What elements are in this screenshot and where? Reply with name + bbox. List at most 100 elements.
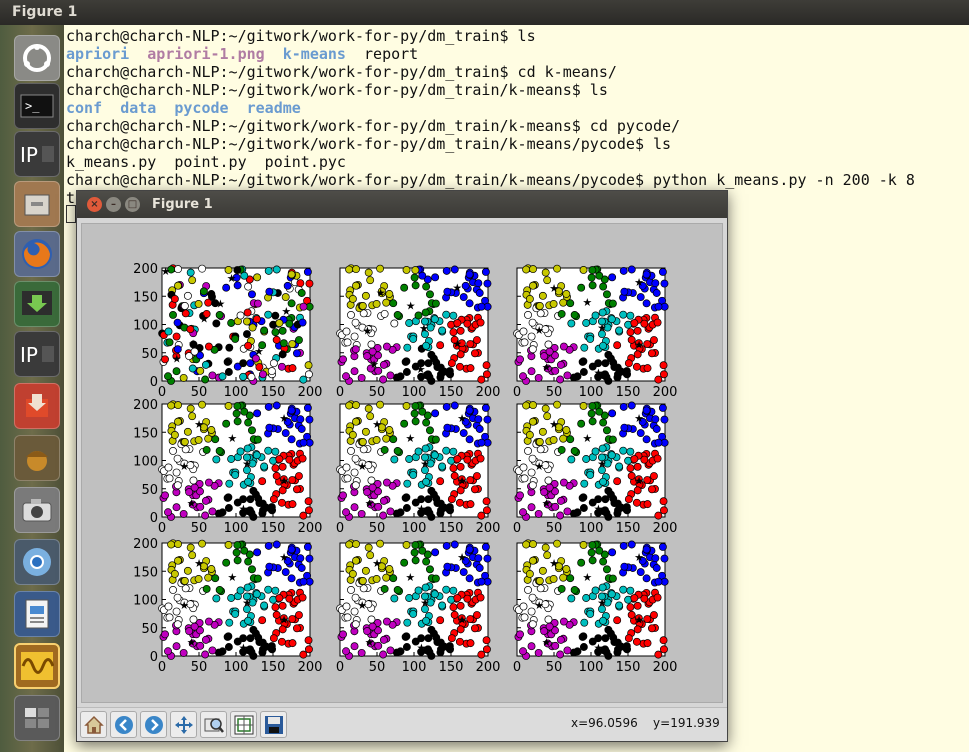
data-point [528,481,537,490]
data-point [414,447,423,456]
data-point [296,415,305,424]
y-tick-label: 200 [133,262,158,277]
data-point [410,273,419,282]
data-point [239,359,248,368]
data-point [654,302,663,311]
matplotlib-figure-icon[interactable] [14,643,60,689]
chromium-icon[interactable] [14,539,60,585]
figure-titlebar[interactable]: × – □ Figure 1 [77,191,727,218]
centroid-star: ★ [457,474,467,487]
data-point [169,446,177,455]
data-point [563,371,572,380]
data-point [170,431,179,439]
data-point [519,327,528,336]
file-manager-icon[interactable] [14,181,60,227]
back-icon[interactable] [110,711,137,738]
data-point [642,435,651,444]
figure-window[interactable]: × – □ Figure 1 ★ ★ ★ ★ ★ ★ ★ ★ 0 50 100 150 200 0 50 10… [76,190,728,742]
download-icon[interactable] [14,281,60,327]
camera-icon[interactable] [14,487,60,533]
subplot-1: ★★★★★★★★0 50 100 150 200050100150200 [133,262,322,400]
centroid-star: ★ [420,457,430,470]
data-point [598,444,607,453]
data-point [624,634,633,643]
data-point [430,590,439,599]
centroid-star: ★ [216,298,226,311]
data-point [654,375,663,384]
software-center-icon[interactable] [14,383,60,429]
data-point [477,438,486,447]
centroid-star: ★ [194,557,204,570]
data-point [608,273,617,282]
centroid-star: ★ [534,460,544,473]
data-point [227,594,236,602]
data-point [350,332,359,341]
terminal-dir-entry: pycode [174,99,229,117]
data-point [402,266,411,274]
pan-icon[interactable] [170,711,197,738]
data-point [481,543,490,551]
workspace-switcher-icon[interactable] [14,695,60,741]
x-tick-label: 200 [298,521,323,536]
x-tick-label: 0 [336,521,344,536]
forward-icon[interactable] [140,711,167,738]
acorn-icon[interactable] [14,435,60,481]
x-tick-label: 150 [439,521,464,536]
data-point [559,342,568,351]
ipython-icon[interactable]: IP [14,131,60,177]
data-point [587,548,596,557]
data-point [651,554,660,563]
data-point [659,636,668,645]
x-tick-label: 100 [224,660,249,675]
data-point [393,447,402,455]
firefox-icon[interactable] [14,231,60,277]
data-point [201,511,210,520]
data-point [483,415,492,424]
save-icon[interactable] [260,711,287,738]
close-icon[interactable]: × [87,197,102,212]
data-point [437,370,445,379]
data-point [626,328,635,337]
data-point [522,401,531,410]
data-point [170,295,179,303]
data-point [342,327,351,336]
terminal-icon[interactable]: >_ [14,83,60,129]
data-point [466,639,475,648]
y-tick-label: 150 [133,426,158,441]
data-point [551,366,560,375]
data-point [352,281,360,290]
x-tick-label: 150 [616,660,641,675]
maximize-icon[interactable]: □ [125,197,140,212]
data-point [553,264,562,273]
data-point [566,299,575,308]
data-point [357,373,366,382]
document-viewer-icon[interactable] [14,591,60,637]
data-point [660,554,669,563]
figure-canvas[interactable]: ★ ★ ★ ★ ★ ★ ★ ★ 0 50 100 150 200 0 50 100 150 200 ★ ★ ★ ★ ★ ★ ★ ★… [81,223,723,703]
centroid-star: ★ [634,412,644,425]
data-point [426,426,434,435]
data-point [174,401,182,410]
data-point [188,276,197,285]
data-point [602,373,611,381]
data-point [476,593,485,602]
data-point [648,624,656,633]
centroid-star: ★ [179,599,189,612]
data-point [271,328,280,337]
data-point [659,506,668,515]
data-point [172,367,181,376]
minimize-icon[interactable]: – [106,197,121,212]
home-icon[interactable] [80,711,107,738]
data-point [288,639,297,648]
x-tick-label: 150 [616,385,641,400]
data-point [591,311,600,320]
data-point [243,583,252,592]
subplots-icon[interactable] [230,711,257,738]
data-point [223,357,232,366]
data-point [414,586,423,595]
ipython-qtconsole-icon[interactable]: IP [14,331,60,377]
centroid-star: ★ [457,412,467,425]
data-point [233,541,242,550]
ubuntu-logo-icon[interactable] [14,35,60,81]
zoom-icon[interactable] [200,711,227,738]
